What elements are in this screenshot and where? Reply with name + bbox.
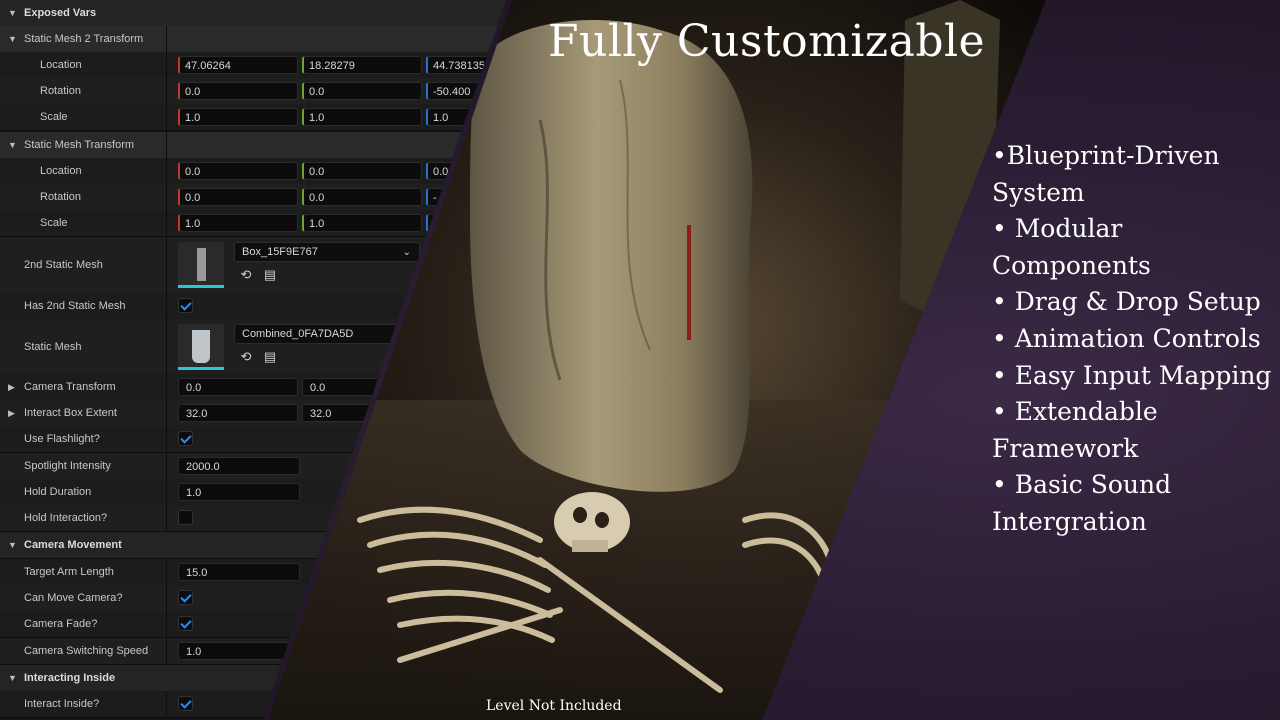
feature-list: •Blueprint-Driven System • Modular Compo… [992,138,1272,541]
camera-fade-checkbox[interactable] [178,616,193,631]
collapse-arrow-icon[interactable]: ▼ [8,132,17,158]
expand-arrow-icon[interactable]: ▶ [8,374,15,400]
category-label: Camera Movement [24,539,122,551]
location-y-field[interactable]: 0.0 [302,162,422,180]
property-label: Rotation [40,85,81,97]
property-label: Static Mesh 2 Transform [24,33,144,45]
property-label: Can Move Camera? [24,592,123,604]
rotation-x-field[interactable]: 0.0 [178,82,298,100]
property-label: Camera Switching Speed [24,645,149,657]
mesh-thumbnail[interactable] [178,324,224,370]
extent-x-field[interactable]: 32.0 [178,404,298,422]
sm2-transform-header[interactable]: ▼ Static Mesh 2 Transform [0,26,506,53]
use-selected-arrow-icon[interactable]: ⟲ [238,267,254,283]
target-arm-length-field[interactable]: 15.0 [178,563,300,581]
property-label: Hold Duration [24,486,92,498]
scale-y-field[interactable]: 1.0 [302,214,422,232]
interact-inside-checkbox[interactable] [178,696,193,711]
location-y-field[interactable]: 18.28279 [302,56,422,74]
collapse-arrow-icon[interactable]: ▼ [8,532,17,558]
property-label: Location [40,59,82,71]
scale-x-field[interactable]: 1.0 [178,214,298,232]
rotation-y-field[interactable]: 0.0 [302,82,422,100]
property-label: Location [40,165,82,177]
property-label: Interact Inside? [24,698,100,710]
collapse-arrow-icon[interactable]: ▼ [8,0,17,26]
sm2-location-row: Location 47.06264 18.28279 44.738135 [0,52,506,79]
feature-item: • Modular Components [992,214,1151,280]
headline-title: Fully Customizable [548,16,986,67]
property-label: 2nd Static Mesh [24,259,103,271]
sm-location-row: Location 0.0 0.0 0.0 [0,158,506,185]
scale-y-field[interactable]: 1.0 [302,108,422,126]
location-x-field[interactable]: 0.0 [178,162,298,180]
has-2nd-static-mesh-checkbox[interactable] [178,298,193,313]
level-not-included-caption: Level Not Included [486,698,622,714]
category-label: Interacting Inside [24,672,116,684]
property-label: Camera Fade? [24,618,98,630]
property-label: Spotlight Intensity [24,460,111,472]
property-label: Use Flashlight? [24,433,100,445]
property-label: Interact Box Extent [24,407,117,419]
use-selected-arrow-icon[interactable]: ⟲ [238,349,254,365]
chevron-down-icon: ⌄ [402,247,411,258]
can-move-camera-checkbox[interactable] [178,590,193,605]
property-label: Scale [40,217,68,229]
spotlight-intensity-field[interactable]: 2000.0 [178,457,300,475]
category-label: Exposed Vars [24,7,97,19]
feature-item: •Blueprint-Driven System [992,141,1220,207]
feature-item: • Drag & Drop Setup [992,287,1261,317]
combined-mesh-preview [192,330,210,363]
browse-folder-icon[interactable]: ▤ [262,267,278,283]
category-exposed-vars[interactable]: ▼ Exposed Vars [0,0,506,27]
feature-item: • Basic Sound Intergration [992,470,1172,536]
property-label: Scale [40,111,68,123]
property-label: Rotation [40,191,81,203]
property-label: Camera Transform [24,381,116,393]
mesh-dropdown[interactable]: Box_15F9E767 ⌄ [234,242,420,262]
property-label: Hold Interaction? [24,512,108,524]
mesh-thumbnail[interactable] [178,242,224,288]
property-label: Static Mesh Transform [24,139,135,151]
property-label: Has 2nd Static Mesh [24,300,126,312]
camera-transform-x-field[interactable]: 0.0 [178,378,298,396]
sm-transform-header[interactable]: ▼ Static Mesh Transform [0,132,506,159]
expand-arrow-icon[interactable]: ▶ [8,400,15,426]
collapse-arrow-icon[interactable]: ▼ [8,26,17,52]
scale-x-field[interactable]: 1.0 [178,108,298,126]
use-flashlight-checkbox[interactable] [178,431,193,446]
property-label: Target Arm Length [24,566,114,578]
collapse-arrow-icon[interactable]: ▼ [8,665,17,691]
property-label: Static Mesh [24,341,82,353]
hold-interaction-checkbox[interactable] [178,510,193,525]
mesh-dropdown-value: Combined_0FA7DA5D [242,328,354,340]
feature-item: • Easy Input Mapping [992,360,1272,390]
sm2-rotation-row: Rotation 0.0 0.0 -50.400 [0,78,506,105]
location-x-field[interactable]: 47.06264 [178,56,298,74]
rotation-x-field[interactable]: 0.0 [178,188,298,206]
mesh-dropdown-value: Box_15F9E767 [242,246,318,258]
camera-switching-speed-field[interactable]: 1.0 [178,642,300,660]
box-mesh-preview [197,248,206,281]
value-column [166,26,167,52]
sm2-scale-row: Scale 1.0 1.0 1.0 [0,104,506,131]
browse-folder-icon[interactable]: ▤ [262,349,278,365]
rotation-y-field[interactable]: 0.0 [302,188,422,206]
hold-duration-field[interactable]: 1.0 [178,483,300,501]
feature-item: • Animation Controls [992,323,1261,353]
feature-item: • Extendable Framework [992,397,1158,463]
